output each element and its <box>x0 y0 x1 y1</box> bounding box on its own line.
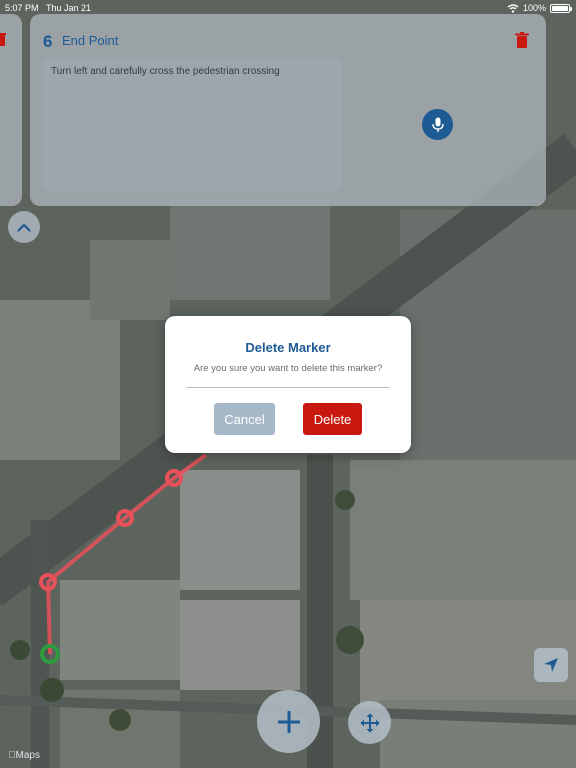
maps-attribution: Maps <box>8 750 40 761</box>
chevron-up-icon <box>17 223 31 232</box>
dialog-message: Are you sure you want to delete this mar… <box>193 363 383 374</box>
collapse-button[interactable] <box>8 211 40 243</box>
status-date: Thu Jan 21 <box>46 3 92 13</box>
microphone-icon <box>431 117 444 132</box>
marker-card[interactable]: 6 End Point Turn left and carefully cros… <box>30 14 546 206</box>
wifi-icon <box>507 3 519 13</box>
delete-marker-dialog: Delete Marker Are you sure you want to d… <box>165 316 411 453</box>
locate-button[interactable] <box>534 648 568 682</box>
dialog-divider <box>186 387 390 388</box>
microphone-button[interactable] <box>422 109 453 140</box>
delete-button[interactable]: Delete <box>303 403 362 435</box>
move-icon <box>360 713 379 732</box>
move-button[interactable] <box>348 701 391 744</box>
trash-icon[interactable] <box>515 32 529 53</box>
cancel-button[interactable]: Cancel <box>214 403 275 435</box>
maps-attribution-text: Maps <box>8 750 40 761</box>
add-marker-button[interactable] <box>257 690 320 753</box>
location-arrow-icon <box>544 658 558 672</box>
marker-note-field[interactable]: Turn left and carefully cross the pedest… <box>43 58 342 191</box>
status-right: 100% <box>507 3 572 13</box>
battery-icon <box>550 3 572 13</box>
dialog-title: Delete Marker <box>245 340 331 355</box>
previous-marker-card[interactable] <box>0 14 22 206</box>
marker-title: End Point <box>62 33 119 48</box>
status-time: 5:07 PM <box>5 3 39 13</box>
battery-percent: 100% <box>522 3 546 13</box>
trash-icon[interactable] <box>0 32 6 51</box>
plus-icon <box>277 710 300 733</box>
marker-number: 6 <box>43 32 53 51</box>
